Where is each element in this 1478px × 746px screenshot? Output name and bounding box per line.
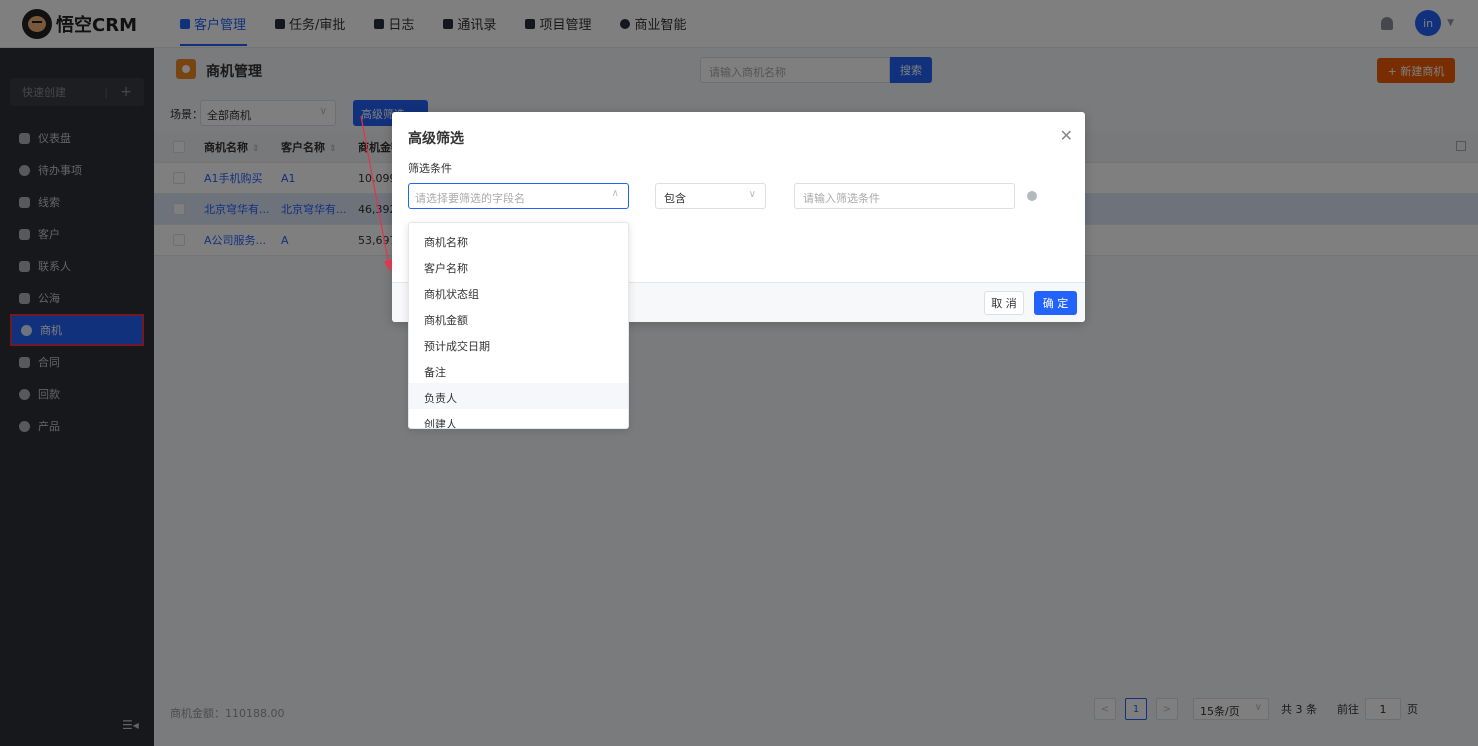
confirm-button[interactable]: 确 定 — [1034, 291, 1077, 315]
operator-select[interactable]: 包含 ∨ — [655, 183, 766, 209]
field-dropdown: 商机名称 客户名称 商机状态组 商机金额 预计成交日期 备注 负责人 创建人 — [408, 222, 629, 429]
close-icon[interactable]: ✕ — [1060, 126, 1073, 145]
field-placeholder: 请选择要筛选的字段名 — [415, 192, 525, 205]
field-select[interactable]: 请选择要筛选的字段名 ∧ — [408, 183, 629, 209]
field-option[interactable]: 负责人 — [409, 383, 628, 409]
field-option[interactable]: 商机名称 — [409, 227, 628, 253]
field-option-list: 商机名称 客户名称 商机状态组 商机金额 预计成交日期 备注 负责人 创建人 — [409, 223, 628, 428]
field-option[interactable]: 商机状态组 — [409, 279, 628, 305]
cancel-button[interactable]: 取 消 — [984, 291, 1024, 315]
chevron-up-icon: ∧ — [611, 188, 619, 199]
operator-value: 包含 — [664, 192, 686, 205]
chevron-down-icon: ∨ — [748, 189, 756, 200]
dialog-title: 高级筛选 — [408, 131, 464, 147]
field-option[interactable]: 客户名称 — [409, 253, 628, 279]
condition-value-input[interactable]: 请输入筛选条件 — [794, 183, 1015, 209]
remove-condition-icon[interactable] — [1027, 191, 1037, 201]
field-option[interactable]: 预计成交日期 — [409, 331, 628, 357]
field-option[interactable]: 备注 — [409, 357, 628, 383]
field-option[interactable]: 商机金额 — [409, 305, 628, 331]
field-option[interactable]: 创建人 — [409, 409, 628, 428]
condition-label: 筛选条件 — [408, 162, 452, 175]
